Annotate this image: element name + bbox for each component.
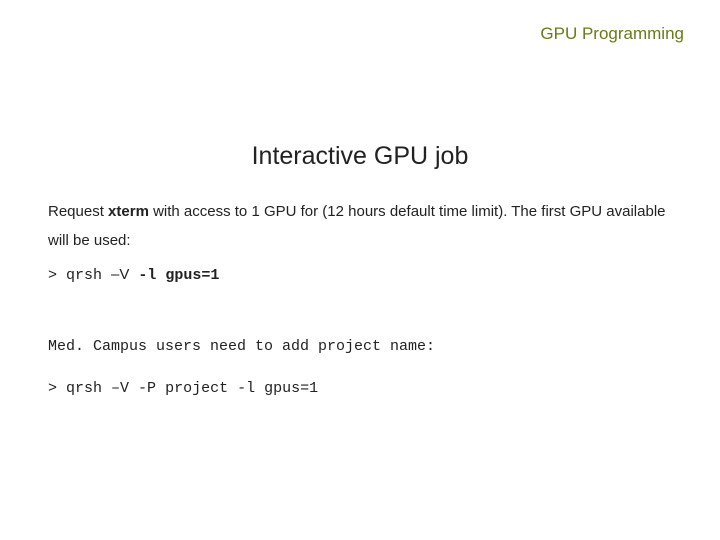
cmd2-flag: –V <box>111 380 129 397</box>
command-1: > qrsh –V -l gpus=1 <box>48 261 672 291</box>
command-2: > qrsh –V -P project -l gpus=1 <box>48 375 672 404</box>
cmd2-spacer <box>129 380 138 397</box>
cmd1-prompt: > qrsh <box>48 267 111 284</box>
cmd1-flag: –V <box>111 266 129 283</box>
cmd2-prompt: > qrsh <box>48 380 111 397</box>
slide-body: Request xterm with access to 1 GPU for (… <box>48 198 672 404</box>
cmd2-arg-post: -l gpus=1 <box>228 380 318 397</box>
cmd2-arg-italic: project <box>165 380 228 397</box>
intro-pre: Request <box>48 203 108 220</box>
cmd2-arg-pre: -P <box>138 380 165 397</box>
note-line: Med. Campus users need to add project na… <box>48 333 672 362</box>
intro-term: xterm <box>108 203 149 220</box>
slide: GPU Programming Interactive GPU job Requ… <box>0 0 720 540</box>
slide-title: Interactive GPU job <box>0 142 720 171</box>
cmd1-arg: -l gpus=1 <box>138 267 219 284</box>
header-label: GPU Programming <box>540 24 684 44</box>
intro-paragraph: Request xterm with access to 1 GPU for (… <box>48 198 672 255</box>
